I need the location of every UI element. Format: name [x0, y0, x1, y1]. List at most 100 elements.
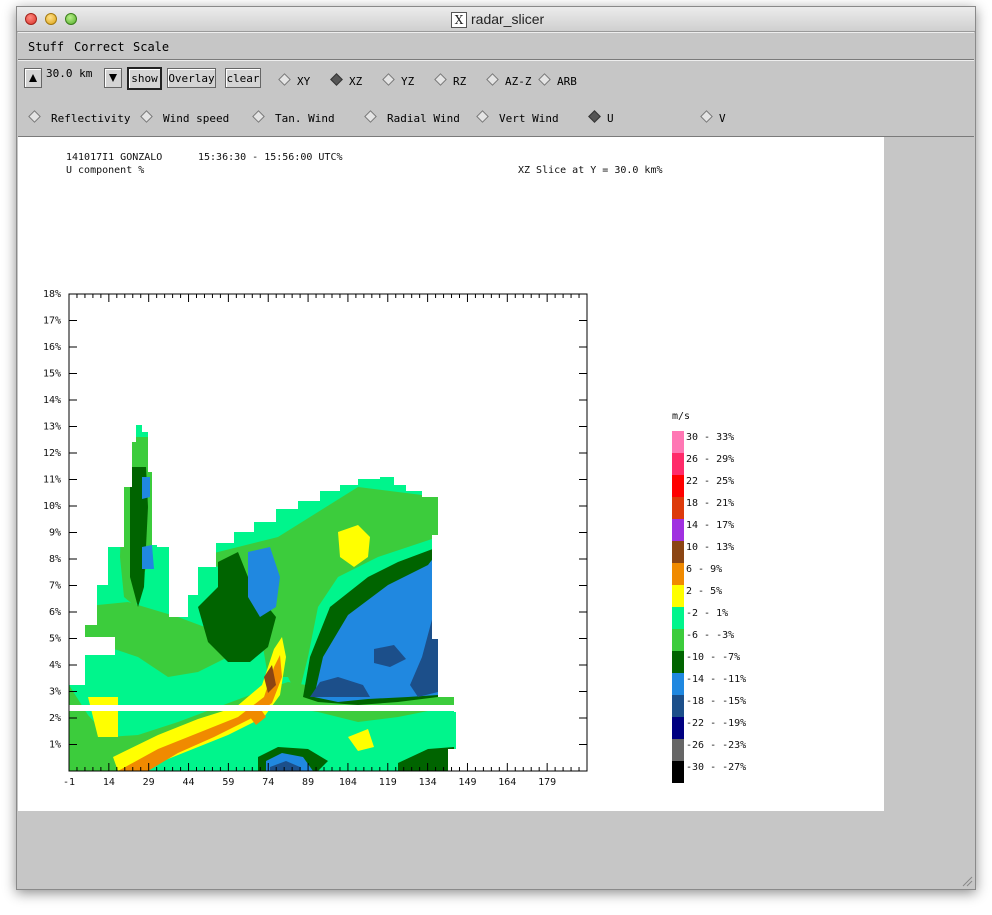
range-down-button[interactable]	[104, 68, 122, 88]
menu-stuff[interactable]: Stuff	[28, 40, 64, 54]
window-title: radar_slicer	[471, 11, 545, 27]
legend-swatch	[672, 519, 684, 541]
radio-diamond-icon	[252, 110, 265, 123]
legend-label: -14 - -11%	[686, 674, 746, 685]
y-tick-label: 17%	[43, 316, 61, 327]
legend-swatch	[672, 651, 684, 673]
y-tick-label: 10%	[43, 501, 61, 512]
legend-label: -30 - -27%	[686, 762, 746, 773]
band-minus14-11	[142, 477, 150, 499]
legend-label: 26 - 29%	[686, 454, 734, 465]
legend-swatch	[672, 475, 684, 497]
resize-grip-icon[interactable]	[961, 875, 973, 887]
y-tick-label: 18%	[43, 289, 61, 300]
legend-label: 14 - 17%	[686, 520, 734, 531]
clear-button[interactable]: clear	[225, 68, 261, 88]
radio-diamond-icon	[700, 110, 713, 123]
y-tick-label: 7%	[49, 581, 61, 592]
radio-diamond-icon	[538, 73, 551, 86]
y-tick-label: 6%	[49, 607, 61, 618]
missing-data-gap	[432, 599, 442, 639]
color-legend: 30 - 33% 26 - 29% 22 - 25% 18 - 21% 14 - 17%…	[672, 431, 746, 783]
zoom-window-button[interactable]	[65, 13, 77, 25]
field-radio-reflectivity[interactable]: Reflectivity	[28, 110, 131, 125]
field-label: Wind speed	[163, 112, 230, 125]
radio-diamond-icon	[476, 110, 489, 123]
minimize-window-button[interactable]	[45, 13, 57, 25]
menu-bar: Stuff Correct Scale	[18, 32, 974, 60]
legend-swatch	[672, 739, 684, 761]
legend-label: -22 - -19%	[686, 718, 746, 729]
x-tick-label: 44	[183, 777, 195, 788]
show-button[interactable]: show	[127, 67, 162, 90]
legend-label: -26 - -23%	[686, 740, 746, 751]
legend-label: 18 - 21%	[686, 498, 734, 509]
field-radio-v[interactable]: V	[700, 110, 726, 125]
legend-swatch	[672, 673, 684, 695]
view-radio-xy[interactable]: XY	[278, 73, 311, 88]
field-label: V	[719, 112, 726, 125]
plot-canvas[interactable]: 141017I1 GONZALO 15:36:30 - 15:56:00 UTC…	[18, 137, 884, 811]
view-label: RZ	[453, 75, 467, 88]
x-tick-label: 164	[498, 777, 516, 788]
field-label: U	[607, 112, 614, 125]
x-tick-label: 149	[458, 777, 476, 788]
x-tick-label: 134	[419, 777, 437, 788]
legend-label: -6 - -3%	[686, 630, 734, 641]
radio-diamond-selected-icon	[588, 110, 601, 123]
menu-correct[interactable]: Correct	[74, 40, 125, 54]
radio-diamond-icon	[364, 110, 377, 123]
legend-swatch	[672, 563, 684, 585]
field-radio-u[interactable]: U	[588, 110, 614, 125]
y-tick-label: 8%	[49, 554, 61, 565]
x-tick-label: 104	[339, 777, 357, 788]
range-up-button[interactable]	[24, 68, 42, 88]
view-label: XY	[297, 75, 311, 88]
x-tick-label: -1	[63, 777, 75, 788]
legend-label: -18 - -15%	[686, 696, 746, 707]
x-tick-label: 74	[262, 777, 274, 788]
menu-scale[interactable]: Scale	[133, 40, 169, 54]
legend-swatch	[672, 541, 684, 563]
toolbar: 30.0 km show Overlay clear XY XZ YZ RZ A…	[18, 60, 974, 137]
field-radio-tan-wind[interactable]: Tan. Wind	[252, 110, 335, 125]
y-tick-label: 2%	[49, 713, 61, 724]
y-tick-label: 3%	[49, 687, 61, 698]
x11-app-icon: X	[451, 12, 467, 28]
legend-swatch	[672, 717, 684, 739]
legend-label: 30 - 33%	[686, 432, 734, 443]
view-radio-arb[interactable]: ARB	[538, 73, 577, 88]
y-tick-label: 1%	[49, 740, 61, 751]
y-tick-label: 11%	[43, 475, 61, 486]
legend-label: -10 - -7%	[686, 652, 740, 663]
view-radio-xz[interactable]: XZ	[330, 73, 363, 88]
field-radio-vert-wind[interactable]: Vert Wind	[476, 110, 559, 125]
field-radio-radial-wind[interactable]: Radial Wind	[364, 110, 460, 125]
missing-data-gap	[85, 637, 115, 655]
field-radio-wind-speed[interactable]: Wind speed	[140, 110, 230, 125]
legend-swatch	[672, 607, 684, 629]
view-radio-rz[interactable]: RZ	[434, 73, 467, 88]
radio-diamond-icon	[382, 73, 395, 86]
radio-diamond-selected-icon	[330, 73, 343, 86]
legend-swatch	[672, 761, 684, 783]
cross-section-plot: -1 14 29 44 59 74 89 104 119 134 149 164 179 1% 2% 3% 4%…	[43, 289, 746, 788]
legend-label: 22 - 25%	[686, 476, 734, 487]
radio-diamond-icon	[28, 110, 41, 123]
x-tick-label: 29	[143, 777, 155, 788]
field-label: Reflectivity	[51, 112, 131, 125]
view-label: XZ	[349, 75, 363, 88]
legend-label: 10 - 13%	[686, 542, 734, 553]
overlay-button[interactable]: Overlay	[167, 68, 216, 88]
x-tick-label: 89	[302, 777, 314, 788]
view-radio-az-z[interactable]: AZ-Z	[486, 73, 532, 88]
title-bar: X radar_slicer	[17, 7, 975, 32]
legend-label: 6 - 9%	[686, 564, 722, 575]
view-radio-yz[interactable]: YZ	[382, 73, 414, 88]
legend-label: 2 - 5%	[686, 586, 722, 597]
x-tick-label: 59	[222, 777, 234, 788]
y-tick-label: 16%	[43, 342, 61, 353]
radio-diamond-icon	[278, 73, 291, 86]
close-window-button[interactable]	[25, 13, 37, 25]
y-tick-label: 13%	[43, 422, 61, 433]
